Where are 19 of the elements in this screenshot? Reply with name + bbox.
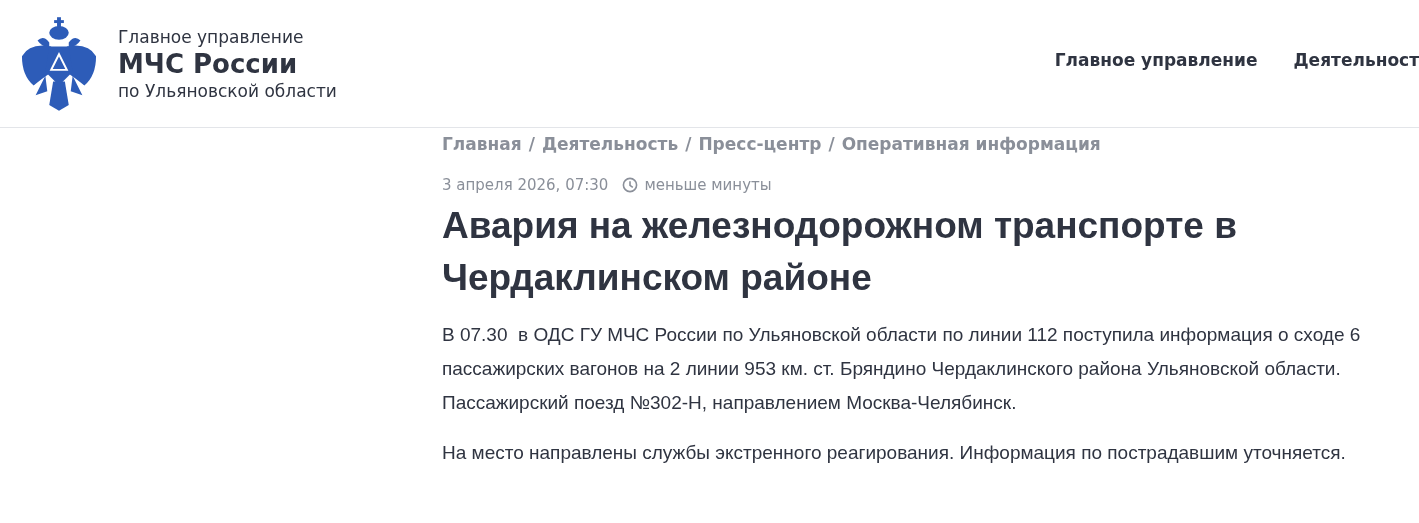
org-region-line: по Ульяновской области xyxy=(118,80,337,101)
breadcrumb-separator: / xyxy=(685,134,692,154)
breadcrumb-link[interactable]: Деятельность xyxy=(541,134,679,154)
nav-link[interactable]: Деятельност xyxy=(1293,50,1419,70)
article-paragraph: На место направлены службы экстренного реагирования. Информация по пострадавшим уточняется. xyxy=(442,441,1347,465)
nav-link[interactable]: Главное управление xyxy=(1054,50,1258,70)
publish-date: 3 апреля 2026, 07:30 xyxy=(442,176,609,194)
emblem-icon xyxy=(20,16,98,111)
clock-icon xyxy=(622,177,639,193)
article-title: Авария на железнодорожном транспорте в Чердаклинском районе xyxy=(442,204,1238,300)
article-paragraph: В 07.30 в ОДС ГУ МЧС России по Ульяновской области по линии 112 поступила информация о сходе 6 пассажирских вагонов на 2 линии 953 км. ст. Бряндино Чердаклинского района Ульяновской области. Пассажирский поезд №302-Н, направлением Москва-Челябинск. xyxy=(442,323,1362,415)
breadcrumb-link[interactable]: Главная xyxy=(442,134,522,154)
breadcrumb-link[interactable]: Пресс-центр xyxy=(698,134,822,154)
breadcrumb-separator: / xyxy=(528,134,535,154)
org-title-line: Главное управление xyxy=(118,26,305,47)
breadcrumb-link[interactable]: Оперативная информация xyxy=(841,134,1101,154)
breadcrumb-separator: / xyxy=(828,134,835,154)
read-time: меньше минуты xyxy=(644,176,772,194)
org-name: МЧС России xyxy=(118,48,299,79)
